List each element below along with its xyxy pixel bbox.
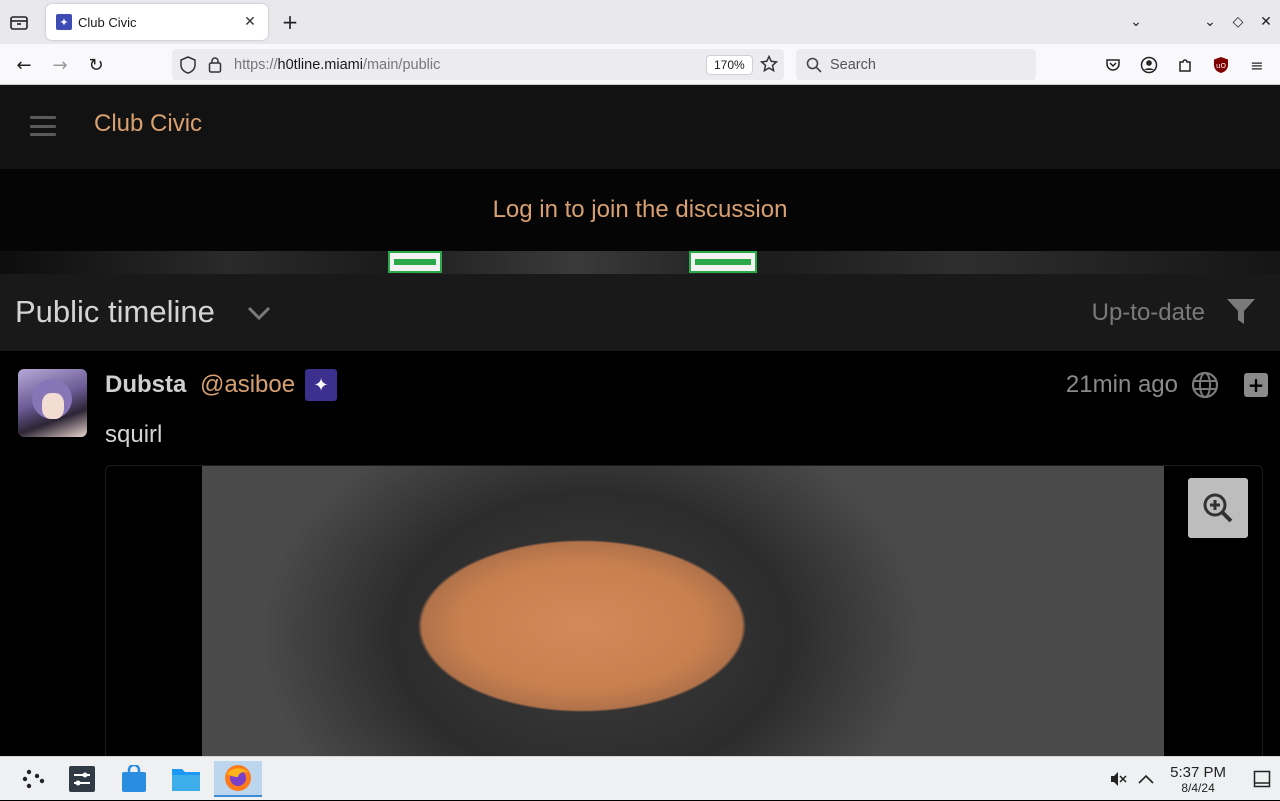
zoom-in-icon [1203,493,1233,523]
maximize-icon[interactable]: ◇ [1224,14,1252,30]
media-attachment[interactable] [105,465,1263,756]
bookmark-star-icon[interactable] [760,55,778,73]
url-text[interactable]: https://h0tline.miami/main/public [234,57,440,73]
banner-background-image [0,251,1280,274]
timeline-header: Public timeline Up-to-date [0,274,1280,351]
zoom-in-button[interactable] [1188,478,1248,538]
clock[interactable]: 5:37 PM 8/4/24 [1170,764,1226,795]
search-icon [806,57,822,73]
app-launcher-icon[interactable] [12,761,56,797]
author-handle[interactable]: @asiboe [200,371,295,399]
login-banner[interactable]: Log in to join the discussion [0,169,1280,251]
reload-button[interactable]: ↻ [83,52,109,78]
web-page: Club Civic Log in to join the discussion… [0,85,1280,756]
status-post: Dubsta @asiboe ✦ 21min ago + squirl [0,351,1280,756]
close-tab-icon[interactable]: ✕ [240,12,260,32]
chevron-down-icon[interactable] [246,302,272,324]
system-settings-icon[interactable] [60,761,104,797]
author-name[interactable]: Dubsta [105,371,186,399]
svg-text:uO: uO [1216,62,1226,70]
site-header: Club Civic [0,85,1280,169]
menu-icon[interactable]: ≡ [1244,52,1270,78]
desktop-taskbar: 5:37 PM 8/4/24 [0,756,1280,800]
clock-time: 5:37 PM [1170,763,1226,781]
browser-tab[interactable]: ✦ Club Civic ✕ [46,4,268,40]
extensions-icon[interactable] [1172,52,1198,78]
instance-badge-icon: ✦ [305,369,337,401]
shield-icon[interactable] [180,56,196,74]
system-tray: 5:37 PM 8/4/24 [1104,757,1280,801]
squirrel-image[interactable] [202,466,1164,756]
browser-nav-bar: ← → ↻ https://h0tline.miami/main/public … [0,44,1280,85]
minimize-icon[interactable]: ⌄ [1196,14,1224,30]
site-favicon-icon: ✦ [56,14,72,30]
exit-sign-image [388,251,442,273]
firefox-taskbar-icon[interactable] [214,761,262,797]
account-icon[interactable] [1136,52,1162,78]
avatar[interactable] [18,369,87,437]
tab-title: Club Civic [78,14,137,30]
lock-icon[interactable] [208,56,222,73]
hamburger-menu-icon[interactable] [30,116,56,136]
toolbar-icons: uO ≡ [1100,52,1270,78]
tab-overflow-chevron-icon[interactable]: ⌄ [1122,14,1150,30]
show-desktop-icon[interactable] [1244,770,1280,788]
volume-muted-icon[interactable] [1104,770,1132,788]
software-store-icon[interactable] [112,761,156,797]
globe-icon [1191,371,1219,399]
post-timestamp[interactable]: 21min ago [1066,371,1178,399]
site-title[interactable]: Club Civic [94,110,202,138]
filter-icon[interactable] [1226,298,1256,326]
tray-expand-chevron-icon[interactable] [1132,774,1160,784]
post-text: squirl [105,421,163,448]
search-placeholder: Search [830,56,876,73]
back-button[interactable]: ← [11,52,37,78]
new-tab-button[interactable]: + [278,10,302,34]
ublock-icon[interactable]: uO [1208,52,1234,78]
search-bar[interactable]: Search [796,49,1036,80]
file-manager-icon[interactable] [164,761,208,797]
browser-tab-strip: ✦ Club Civic ✕ + ⌄ ⌄ ◇ ✕ [0,0,1280,44]
tab-list-icon[interactable] [6,10,32,34]
forward-button[interactable]: → [47,52,73,78]
exit-sign-image [689,251,757,273]
login-prompt-link[interactable]: Log in to join the discussion [493,196,788,224]
timeline-status: Up-to-date [1091,299,1205,326]
pocket-icon[interactable] [1100,52,1126,78]
expand-post-button[interactable]: + [1244,373,1268,397]
zoom-level-badge[interactable]: 170% [706,55,753,75]
close-window-icon[interactable]: ✕ [1252,14,1280,30]
address-bar[interactable]: https://h0tline.miami/main/public 170% [172,49,784,80]
window-controls: ⌄ ⌄ ◇ ✕ [1122,0,1280,44]
timeline-title[interactable]: Public timeline [15,294,215,330]
clock-date: 8/4/24 [1181,780,1215,795]
